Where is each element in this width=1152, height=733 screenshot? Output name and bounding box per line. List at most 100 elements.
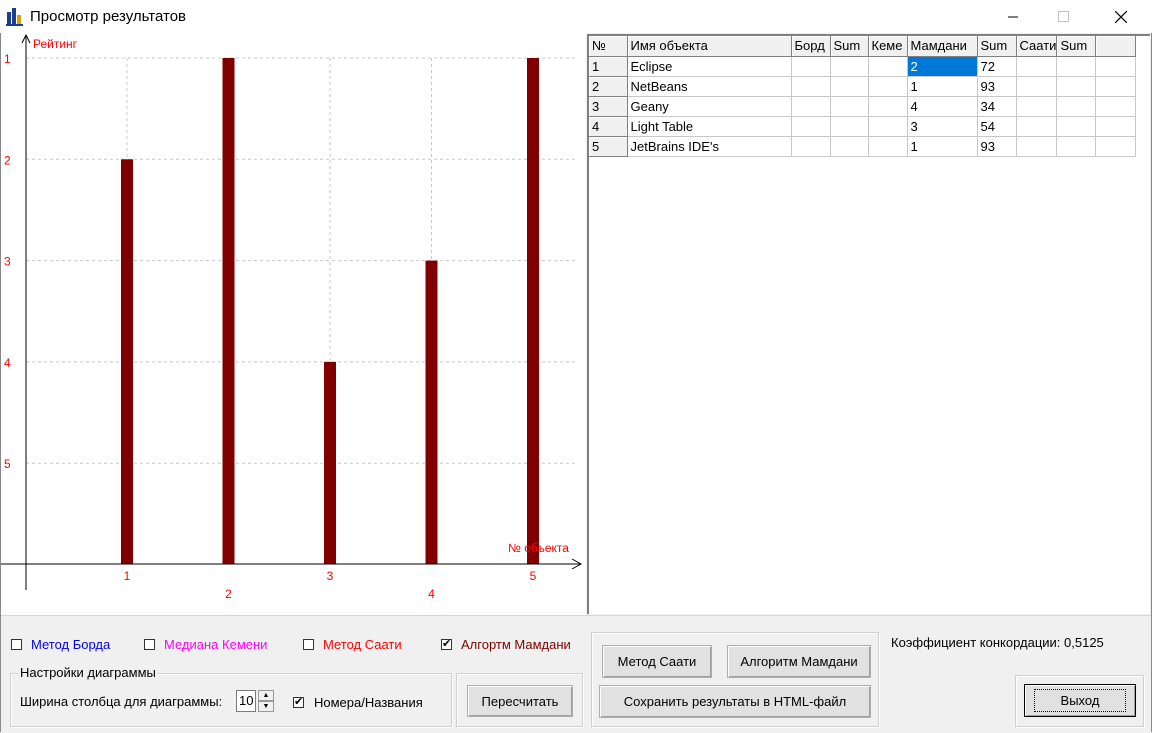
results-table: № Имя объекта Борд Sum Кеме Мамдани Sum Саати Su… [589, 36, 1137, 157]
grid-cell[interactable] [868, 136, 908, 157]
grid-cell[interactable]: NetBeans [627, 76, 792, 97]
table-row[interactable]: 2 NetBeans 1 93 [589, 76, 1137, 97]
grid-cell[interactable] [1056, 136, 1097, 157]
column-header[interactable]: Саати [1016, 36, 1058, 57]
bar [425, 260, 438, 564]
kemeny-checkbox[interactable] [144, 639, 155, 650]
grid-cell[interactable] [791, 136, 831, 157]
column-width-input[interactable]: 10 [236, 690, 256, 712]
grid-cell[interactable] [830, 116, 869, 137]
grid-cell[interactable]: Eclipse [627, 56, 792, 77]
spin-down-button[interactable]: ▼ [258, 701, 274, 712]
bottom-panel: Метод Борда Медиана Кемени Метод Саати ✔… [1, 615, 1151, 733]
table-row[interactable]: 1 Eclipse 2 72 [589, 56, 1137, 77]
recalculate-button[interactable]: Пересчитать [467, 685, 573, 717]
grid-cell[interactable] [791, 56, 831, 77]
grid-cell[interactable] [1016, 76, 1058, 97]
grid-cell[interactable]: 54 [977, 116, 1017, 137]
title-bar: Просмотр результатов [0, 0, 1152, 33]
grid-cell[interactable]: 4 [907, 96, 978, 117]
y-tick-label: 3 [4, 255, 11, 269]
grid-cell[interactable]: 93 [977, 76, 1017, 97]
column-header[interactable]: Sum [1056, 36, 1097, 57]
row-number-cell[interactable]: 4 [589, 116, 628, 137]
grid-cell[interactable]: 72 [977, 56, 1017, 77]
spin-up-button[interactable]: ▲ [258, 690, 274, 701]
mamdani-algorithm-button[interactable]: Алгоритм Мамдани [727, 645, 871, 678]
row-number-cell[interactable]: 2 [589, 76, 628, 97]
column-header[interactable]: Кеме [868, 36, 908, 57]
grid-cell[interactable] [868, 96, 908, 117]
bar [527, 58, 539, 564]
column-header[interactable]: № [589, 36, 628, 57]
row-number-cell[interactable]: 1 [589, 56, 628, 77]
column-header[interactable]: Мамдани [907, 36, 978, 57]
grid-cell[interactable] [1016, 56, 1058, 77]
checkmark-icon: ✔ [442, 638, 452, 650]
grid-cell[interactable] [1056, 76, 1097, 97]
grid-cell[interactable]: 3 [907, 116, 978, 137]
grid-cell[interactable]: 1 [907, 76, 978, 97]
saaty-method-button[interactable]: Метод Саати [602, 645, 712, 678]
grid-cell[interactable] [1095, 96, 1137, 117]
grid-cell[interactable] [1016, 136, 1058, 157]
bar [324, 361, 336, 564]
maximize-button[interactable] [1040, 0, 1086, 33]
exit-button[interactable]: Выход [1024, 684, 1136, 717]
column-header[interactable]: Sum [977, 36, 1017, 57]
grid-cell[interactable] [1056, 56, 1097, 77]
grid-cell[interactable] [1095, 76, 1137, 97]
grid-cell[interactable] [1095, 116, 1137, 137]
grid-cell[interactable] [830, 76, 869, 97]
column-header[interactable]: Sum [830, 36, 869, 57]
y-tick-label: 1 [4, 52, 11, 66]
rating-chart: Рейтинг № объекта 1 2 3 4 5 1 2 3 4 5 [1, 33, 586, 615]
bar [222, 58, 235, 564]
close-button[interactable] [1098, 0, 1144, 33]
grid-cell[interactable]: Geany [627, 96, 792, 117]
grid-cell[interactable] [830, 96, 869, 117]
grid-cell[interactable] [830, 56, 869, 77]
checkmark-icon: ✔ [294, 696, 304, 708]
save-html-button[interactable]: Сохранить результаты в HTML-файл [599, 685, 871, 718]
grid-cell[interactable] [1095, 136, 1137, 157]
minimize-icon [1008, 12, 1018, 22]
grid-cell[interactable]: Light Table [627, 116, 792, 137]
column-header[interactable]: Имя объекта [627, 36, 792, 57]
saaty-checkbox[interactable] [303, 639, 314, 650]
row-number-cell[interactable]: 5 [589, 136, 628, 157]
grid-cell[interactable]: JetBrains IDE's [627, 136, 792, 157]
grid-cell[interactable]: 1 [907, 136, 978, 157]
grid-cell[interactable] [1016, 116, 1058, 137]
grid-cell[interactable] [1095, 56, 1137, 77]
grid-cell[interactable] [1056, 96, 1097, 117]
column-header[interactable]: Борд [791, 36, 831, 57]
grid-cell[interactable]: 2 [907, 56, 978, 77]
grid-cell[interactable] [791, 76, 831, 97]
grid-cell[interactable] [868, 116, 908, 137]
grid-cell[interactable]: 93 [977, 136, 1017, 157]
saaty-label: Метод Саати [323, 637, 402, 652]
numbers-names-checkbox[interactable]: ✔ [293, 696, 304, 708]
grid-cell[interactable] [1056, 116, 1097, 137]
row-number-cell[interactable]: 3 [589, 96, 628, 117]
borda-checkbox[interactable] [11, 639, 22, 650]
grid-cell[interactable] [868, 76, 908, 97]
minimize-button[interactable] [990, 0, 1036, 33]
table-row[interactable]: 4 Light Table 3 54 [589, 116, 1137, 137]
results-grid[interactable]: № Имя объекта Борд Sum Кеме Мамдани Sum Саати Su… [587, 34, 1150, 614]
grid-cell[interactable] [868, 56, 908, 77]
x-axis-title: № объекта [508, 541, 569, 555]
grid-cell[interactable] [1016, 96, 1058, 117]
table-row[interactable]: 5 JetBrains IDE's 1 93 [589, 136, 1137, 157]
grid-cell[interactable] [791, 96, 831, 117]
x-tick-label: 3 [327, 569, 334, 583]
grid-cell[interactable] [791, 116, 831, 137]
table-row[interactable]: 3 Geany 4 34 [589, 96, 1137, 117]
app-icon [6, 6, 24, 26]
grid-cell[interactable] [830, 136, 869, 157]
grid-cell[interactable]: 34 [977, 96, 1017, 117]
up-arrow-icon: ▲ [262, 692, 270, 699]
column-header[interactable] [1095, 36, 1137, 57]
mamdani-checkbox[interactable]: ✔ [441, 638, 452, 650]
